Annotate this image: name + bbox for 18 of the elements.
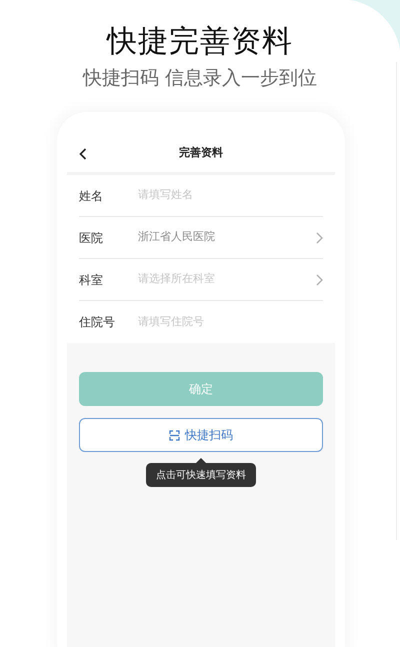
scan-button[interactable]: 快捷扫码 (79, 418, 323, 452)
scan-icon (169, 430, 180, 440)
page-title: 快捷完善资料 (107, 23, 293, 61)
tooltip: 点击可快速填写资料 (146, 463, 256, 487)
chevron-right-icon (316, 232, 323, 244)
field-label: 科室 (79, 272, 104, 288)
chevron-right-icon (316, 274, 323, 286)
field-label: 住院号 (79, 314, 116, 331)
field-label: 姓名 (79, 188, 104, 204)
input-field[interactable]: 请填写姓名 (138, 187, 323, 204)
select-field[interactable]: 浙江省人民医院 (138, 229, 323, 246)
back-icon[interactable] (79, 148, 87, 160)
input-field[interactable]: 请填写住院号 (138, 314, 323, 330)
field-label: 医院 (79, 230, 104, 246)
page-subtitle: 快捷扫码 信息录入一步到位 (82, 66, 318, 91)
screen-title: 完善资料 (179, 144, 223, 161)
tooltip-pointer-icon (196, 458, 206, 463)
confirm-button[interactable]: 确定 (79, 372, 323, 406)
